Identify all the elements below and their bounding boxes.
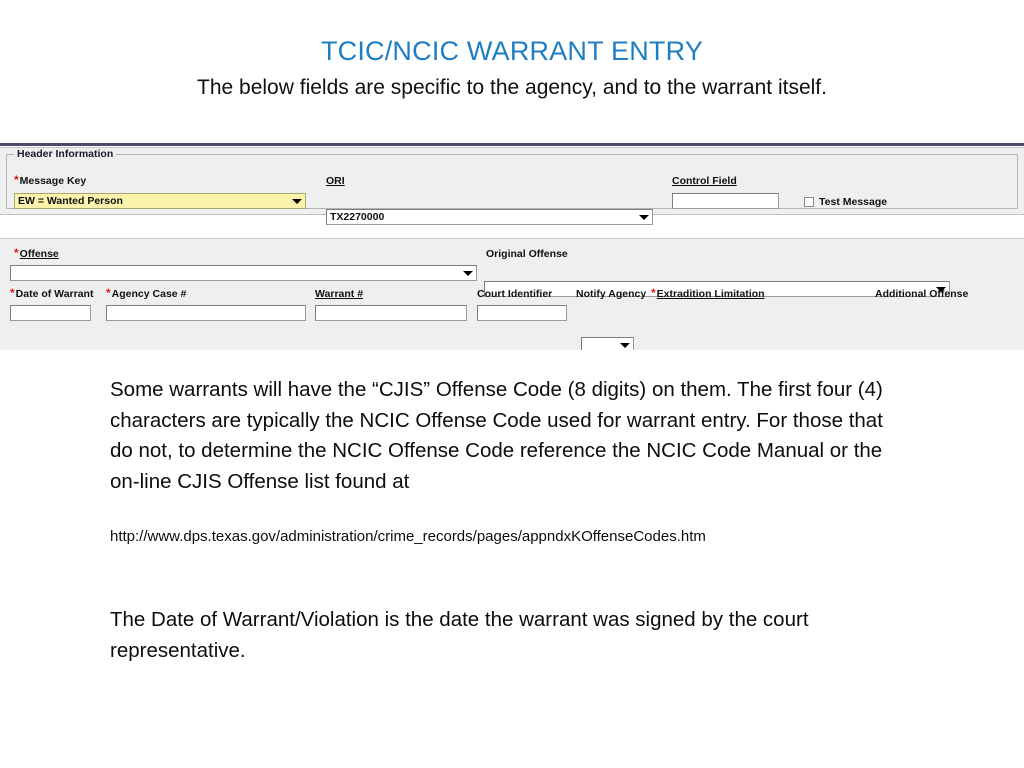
page-subtitle: The below fields are specific to the age… (197, 76, 827, 99)
court-identifier-label-text: Court Identifier (477, 288, 553, 300)
ori-label: ORI (326, 175, 345, 187)
control-field-label-wrap: Control Field (672, 175, 737, 187)
date-of-warrant-input[interactable] (10, 305, 91, 321)
required-marker: * (14, 173, 19, 187)
agency-case-label: *Agency Case # (106, 286, 187, 300)
test-message-checkbox-row[interactable]: Test Message (804, 196, 887, 208)
chevron-down-icon[interactable] (292, 199, 302, 204)
warrant-entry-form-screenshot: Header Information *Message Key EW = Wan… (0, 143, 1024, 350)
court-identifier-label: Court Identifier (477, 288, 552, 300)
message-key-label-text: Message Key (19, 175, 87, 187)
additional-offense-label-wrap: Additional Offense (875, 288, 968, 300)
message-key-label: *Message Key (14, 173, 87, 187)
extradition-limitation-label-text: Extradition Limitation (656, 288, 765, 300)
notify-agency-combobox[interactable] (581, 337, 634, 350)
warrant-number-input[interactable] (315, 305, 467, 321)
warrant-number-label-wrap: Warrant # (315, 288, 363, 300)
message-key-value: EW = Wanted Person (18, 195, 123, 207)
date-of-warrant-label-text: Date of Warrant (15, 288, 94, 300)
warrant-number-label-text: Warrant # (315, 288, 364, 300)
court-identifier-label-wrap: Court Identifier (477, 288, 552, 300)
offense-label-wrap: *Offense (14, 246, 59, 260)
required-marker: * (10, 286, 15, 300)
test-message-label: Test Message (819, 196, 888, 208)
extradition-limitation-label-wrap: *Extradition Limitation (651, 286, 765, 300)
notify-agency-label-wrap: Notify Agency (576, 288, 646, 300)
ori-value: TX2270000 (330, 211, 385, 223)
offense-label: *Offense (14, 246, 59, 260)
chevron-down-icon[interactable] (463, 271, 473, 276)
message-key-label-wrap: *Message Key (14, 173, 87, 187)
checkbox-icon[interactable] (804, 197, 814, 207)
date-of-warrant-label: *Date of Warrant (10, 286, 94, 300)
extradition-limitation-label: *Extradition Limitation (651, 286, 765, 300)
required-marker: * (106, 286, 111, 300)
notify-agency-label-text: Notify Agency (576, 288, 647, 300)
required-marker: * (14, 246, 19, 260)
date-of-warrant-label-wrap: *Date of Warrant (10, 286, 94, 300)
offense-panel: *Offense Original Offense *Date of Warra… (0, 238, 1024, 350)
additional-offense-label: Additional Offense (875, 288, 968, 300)
additional-offense-label-text: Additional Offense (875, 288, 969, 300)
agency-case-label-text: Agency Case # (111, 288, 187, 300)
paragraph-date-of-warrant: The Date of Warrant/Violation is the dat… (110, 608, 809, 662)
cjis-offense-codes-url[interactable]: http://www.dps.texas.gov/administration/… (110, 526, 910, 548)
ori-label-text: ORI (326, 175, 345, 187)
court-identifier-input[interactable] (477, 305, 567, 321)
header-information-panel: Header Information *Message Key EW = Wan… (0, 147, 1024, 225)
page-title: TCIC/NCIC WARRANT ENTRY (320, 36, 704, 66)
header-information-legend: Header Information (14, 148, 117, 160)
window-top-border (0, 143, 1024, 146)
ori-label-wrap: ORI (326, 175, 345, 187)
offense-combobox[interactable] (10, 265, 477, 281)
chevron-down-icon[interactable] (620, 343, 630, 348)
offense-label-text: Offense (19, 248, 59, 260)
original-offense-label-wrap: Original Offense (486, 248, 568, 260)
paragraph-offense-code: Some warrants will have the “CJIS” Offen… (110, 378, 883, 493)
original-offense-label-text: Original Offense (486, 248, 568, 260)
chevron-down-icon[interactable] (639, 215, 649, 220)
original-offense-label: Original Offense (486, 248, 568, 260)
required-marker: * (651, 286, 656, 300)
ori-combobox[interactable]: TX2270000 (326, 209, 653, 225)
control-field-label: Control Field (672, 175, 737, 187)
control-field-label-text: Control Field (672, 175, 737, 187)
warrant-number-label: Warrant # (315, 288, 363, 300)
message-key-combobox[interactable]: EW = Wanted Person (14, 193, 306, 209)
control-field-input[interactable] (672, 193, 779, 209)
agency-case-input[interactable] (106, 305, 306, 321)
agency-case-label-wrap: *Agency Case # (106, 286, 187, 300)
notify-agency-label: Notify Agency (576, 288, 646, 300)
